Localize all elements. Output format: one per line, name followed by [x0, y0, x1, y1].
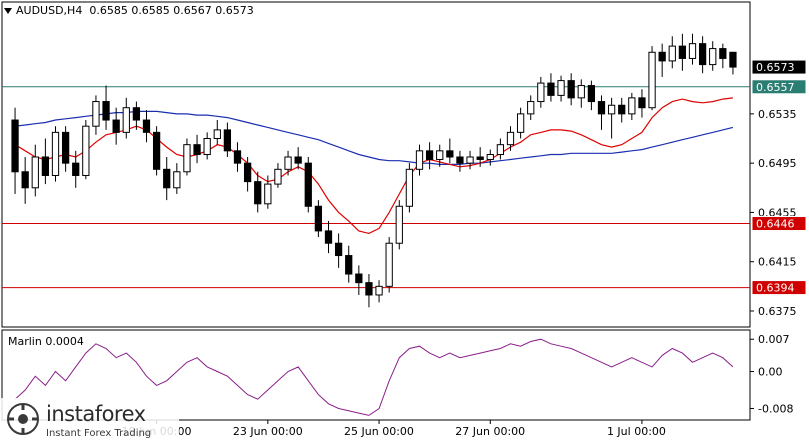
- candle-body: [506, 131, 515, 146]
- candle-body: [658, 51, 666, 62]
- instaforex-logo-icon: [7, 403, 39, 435]
- candle-body: [21, 171, 29, 189]
- candle-body: [11, 119, 19, 173]
- candle-body: [355, 273, 363, 284]
- candle-body: [223, 129, 232, 152]
- time-axis-label: 23 Jun 00:00: [233, 425, 303, 438]
- candle-body: [688, 43, 697, 59]
- time-axis-label: 27 Jun 00:00: [455, 425, 525, 438]
- logo-tagline: Instant Forex Trading: [46, 428, 152, 439]
- indicator-axis-label: 0.007: [758, 333, 790, 346]
- candle-body: [264, 183, 272, 205]
- indicator-label: Marlin 0.0004: [8, 335, 84, 348]
- candle-body: [415, 150, 424, 170]
- candle-body: [345, 255, 353, 275]
- candle-body: [152, 131, 161, 170]
- candle-body: [72, 162, 80, 176]
- candle-body: [122, 107, 130, 133]
- candle-body: [213, 129, 221, 140]
- time-axis-label: 1 Jul 00:00: [607, 425, 666, 438]
- candle-body: [597, 101, 606, 115]
- candle-body: [648, 51, 656, 109]
- candle-body: [233, 150, 242, 164]
- symbol-dropdown-icon[interactable]: [4, 8, 12, 14]
- candle-body: [638, 97, 646, 109]
- candle-body: [365, 282, 373, 296]
- candle-body: [496, 144, 505, 156]
- candle-body: [243, 162, 252, 183]
- candle-body: [31, 156, 39, 189]
- candle-body: [729, 51, 737, 68]
- candle-body: [446, 150, 454, 158]
- candle-body: [425, 150, 434, 160]
- candle-body: [294, 156, 302, 164]
- candle-body: [466, 156, 474, 164]
- candle-body: [668, 45, 676, 62]
- candle-body: [587, 85, 596, 103]
- candle-body: [82, 125, 90, 176]
- chart-canvas: 0.65350.64950.64550.64150.63750.65730.65…: [1, 1, 807, 438]
- candle-body: [607, 104, 616, 115]
- price-axis-label: 0.6495: [758, 157, 797, 170]
- price-axis-label: 0.6415: [758, 256, 797, 269]
- price-axis-label: 0.6535: [758, 108, 797, 121]
- candle-body: [527, 101, 535, 115]
- candle-body: [92, 101, 100, 127]
- candle-body: [678, 45, 687, 59]
- level-price-label: 0.6394: [756, 282, 795, 295]
- price-axis-label: 0.6375: [758, 305, 797, 318]
- candle-body: [709, 48, 717, 66]
- candle-body: [183, 144, 191, 173]
- candle-body: [254, 181, 262, 205]
- candle-body: [61, 131, 70, 164]
- candle-body: [274, 168, 282, 185]
- candle-body: [618, 104, 626, 115]
- candle-body: [395, 205, 403, 244]
- brand-logo: instaforex Instant Forex Trading: [0, 398, 179, 443]
- candle-body: [193, 144, 201, 156]
- symbol-label: AUDUSD,H4: [16, 4, 83, 17]
- main-plot-frame: [1, 1, 751, 328]
- candle-body: [51, 131, 60, 176]
- candle-body: [132, 107, 141, 121]
- candle-body: [698, 43, 707, 66]
- candle-body: [41, 156, 50, 176]
- level-price-label: 0.6446: [756, 218, 795, 231]
- candle-body: [486, 154, 494, 160]
- candle-body: [405, 168, 414, 207]
- candle-body: [719, 48, 727, 59]
- candle-body: [163, 168, 171, 189]
- logo-wordmark: instaforex: [46, 402, 146, 426]
- time-axis-label: 25 Jun 00:00: [344, 425, 414, 438]
- level-price-label: 0.6573: [756, 61, 795, 74]
- candle-body: [324, 230, 333, 244]
- candle-body: [628, 97, 636, 115]
- candle-body: [436, 150, 444, 160]
- candle-body: [567, 80, 575, 99]
- candle-body: [203, 138, 211, 156]
- level-price-label: 0.6557: [756, 81, 795, 94]
- candle-body: [537, 82, 545, 103]
- candle-body: [284, 156, 292, 170]
- chart-title: AUDUSD,H4 0.6585 0.6585 0.6567 0.6573: [4, 4, 254, 17]
- indicator-axis-label: 0.00: [758, 366, 783, 379]
- candle-body: [304, 162, 312, 207]
- candle-body: [557, 80, 565, 96]
- candle-body: [375, 285, 383, 296]
- indicator-axis-label: -0.008: [758, 402, 793, 415]
- candle-body: [102, 101, 110, 121]
- candle-body: [516, 113, 525, 133]
- candle-body: [173, 171, 181, 189]
- candle-body: [112, 119, 120, 133]
- candle-body: [314, 205, 323, 232]
- ohlc-readout: 0.6585 0.6585 0.6567 0.6573: [89, 4, 254, 17]
- candle-body: [142, 119, 151, 133]
- candle-body: [547, 82, 555, 96]
- candle-body: [334, 242, 343, 257]
- candle-body: [577, 85, 585, 99]
- candle-body: [385, 242, 393, 287]
- candle-body: [476, 156, 484, 160]
- candle-body: [456, 156, 464, 164]
